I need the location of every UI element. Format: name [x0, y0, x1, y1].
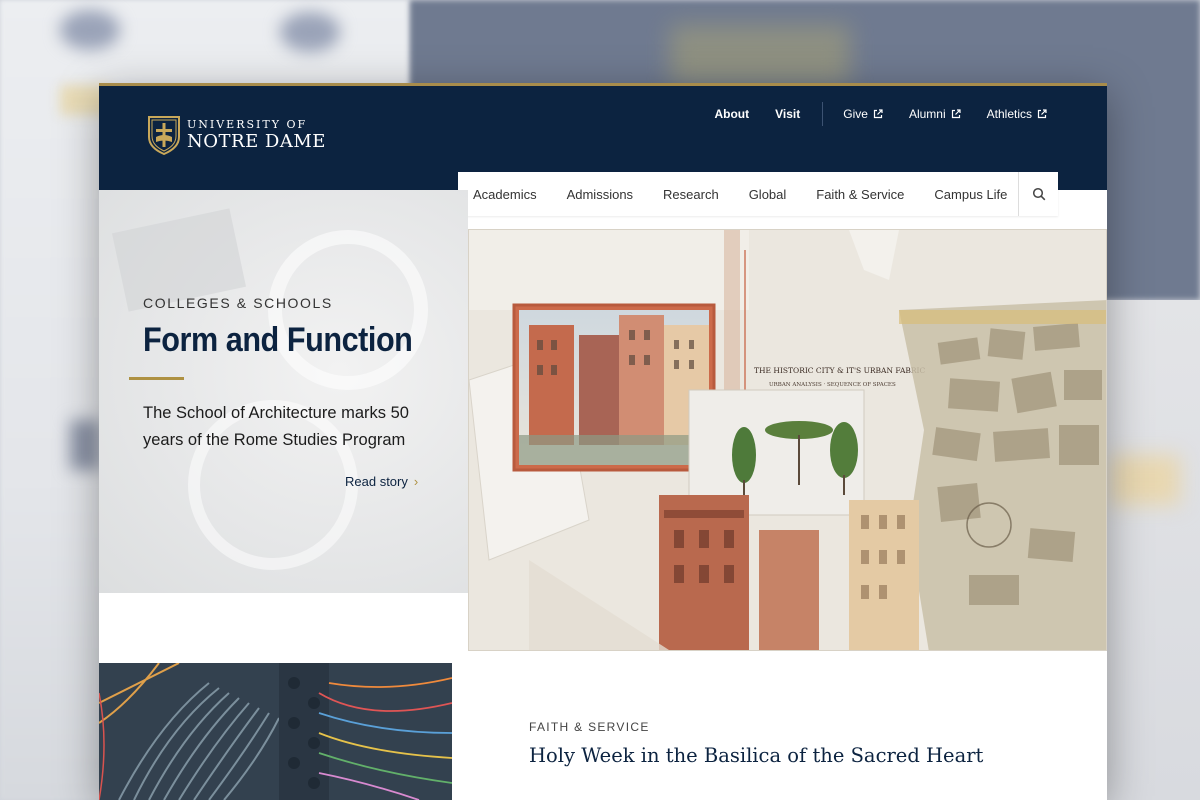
- search-icon: [1032, 187, 1045, 201]
- nav-link-about[interactable]: About: [714, 107, 749, 121]
- image-caption-line2: URBAN ANALYSIS · SEQUENCE OF SPACES: [769, 382, 896, 388]
- architecture-collage-illustration: THE HISTORIC CITY & IT'S URBAN FABRIC UR…: [469, 230, 1106, 650]
- external-link-icon: [873, 109, 883, 119]
- nav-link-give-label: Give: [843, 107, 868, 121]
- shield-icon: [148, 116, 180, 155]
- second-story: FAITH & SERVICE Holy Week in the Basilic…: [529, 720, 983, 767]
- backdrop-shape: [670, 25, 850, 85]
- gold-divider: [129, 377, 184, 380]
- backdrop-shape: [1110, 455, 1180, 505]
- nav-item-research[interactable]: Research: [648, 187, 734, 202]
- hero-description: The School of Architecture marks 50 year…: [143, 404, 409, 449]
- nav-link-visit-label: Visit: [775, 107, 801, 121]
- nav-link-athletics-label: Athletics: [986, 107, 1032, 121]
- nav-link-give[interactable]: Give: [843, 107, 883, 121]
- utility-nav: About Visit Give Alumni Athletics: [688, 102, 1047, 126]
- nav-link-visit[interactable]: Visit: [775, 107, 800, 121]
- nav-item-faith-service[interactable]: Faith & Service: [801, 187, 919, 202]
- main-nav: Academics Admissions Research Global Fai…: [458, 172, 1058, 216]
- backdrop-shape: [280, 12, 340, 52]
- chevron-right-icon: ›: [413, 474, 419, 489]
- hero-image[interactable]: THE HISTORIC CITY & IT'S URBAN FABRIC UR…: [468, 229, 1107, 651]
- external-link-icon: [951, 109, 961, 119]
- logo-wordmark: UNIVERSITY OF NOTRE DAME: [187, 119, 326, 151]
- nav-item-admissions[interactable]: Admissions: [552, 187, 648, 202]
- second-story-eyebrow: FAITH & SERVICE: [529, 720, 650, 734]
- search-button[interactable]: [1018, 172, 1058, 216]
- logo-line1: UNIVERSITY OF: [187, 118, 308, 131]
- logo-line2: NOTRE DAME: [187, 131, 326, 152]
- site-header: UNIVERSITY OF NOTRE DAME About Visit Giv…: [99, 86, 1107, 216]
- nav-item-campus-life[interactable]: Campus Life: [919, 187, 1022, 202]
- backdrop-shape: [60, 10, 120, 50]
- nav-link-about-label: About: [714, 107, 750, 121]
- university-logo[interactable]: UNIVERSITY OF NOTRE DAME: [147, 115, 326, 155]
- external-link-icon: [1037, 109, 1047, 119]
- website-card: UNIVERSITY OF NOTRE DAME About Visit Giv…: [99, 83, 1107, 800]
- cables-photo: [99, 663, 452, 800]
- second-story-title[interactable]: Holy Week in the Basilica of the Sacred …: [529, 744, 983, 767]
- backdrop-shape: [70, 420, 100, 470]
- nav-link-alumni[interactable]: Alumni: [909, 107, 961, 121]
- nav-link-alumni-label: Alumni: [908, 107, 946, 121]
- hero-eyebrow: COLLEGES & SCHOOLS: [143, 295, 333, 311]
- story-image-wires[interactable]: [99, 663, 452, 800]
- nav-item-academics[interactable]: Academics: [458, 187, 552, 202]
- hero-title[interactable]: Form and Function: [143, 321, 413, 360]
- image-caption-line1: THE HISTORIC CITY & IT'S URBAN FABRIC: [754, 366, 926, 375]
- utility-divider: [822, 102, 824, 126]
- read-story-link[interactable]: Read story ›: [345, 474, 418, 489]
- nav-item-global[interactable]: Global: [734, 187, 802, 202]
- nav-link-athletics[interactable]: Athletics: [987, 107, 1047, 121]
- read-story-label: Read story: [345, 474, 408, 489]
- hero-heading-block: COLLEGES & SCHOOLS Form and Function: [143, 295, 443, 360]
- hero-text-panel: COLLEGES & SCHOOLS Form and Function The…: [99, 190, 468, 593]
